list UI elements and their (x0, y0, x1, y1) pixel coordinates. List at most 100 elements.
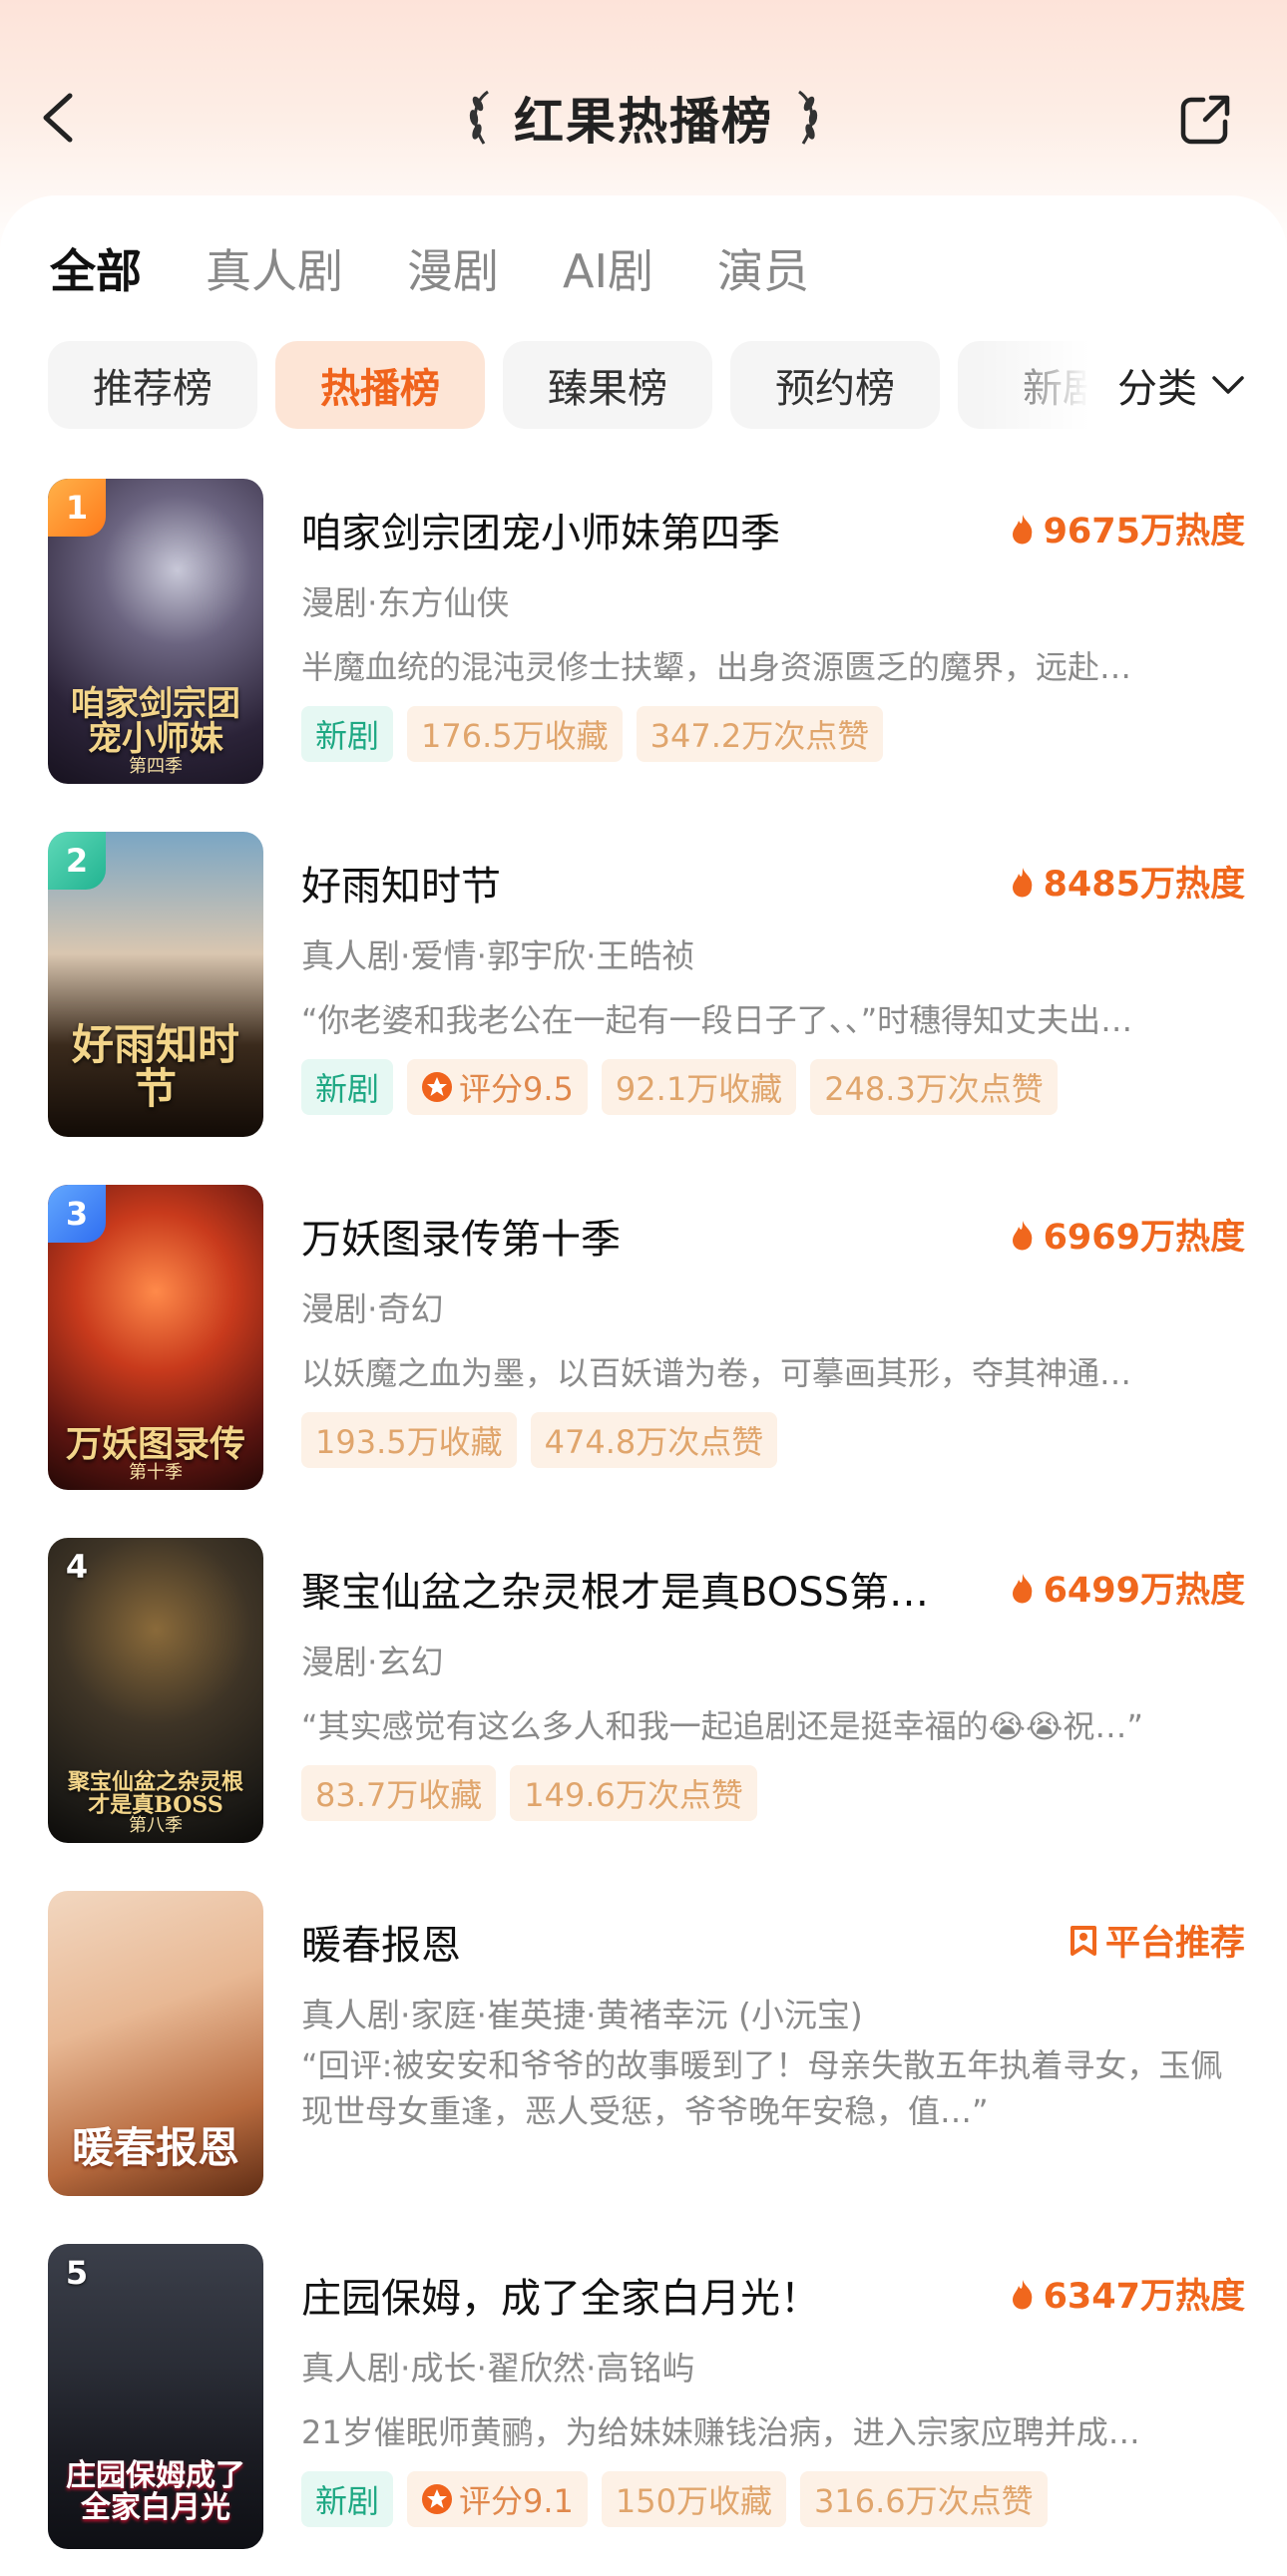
laurel-left-icon (469, 90, 489, 145)
show-description: “其实感觉有这么多人和我一起追剧还是挺幸福的😭😭祝…” (301, 1707, 1143, 1745)
favorites-tag: 92.1万收藏 (601, 1059, 797, 1115)
item-info: 咱家剑宗团宠小师妹第四季 9675万热度 漫剧·东方仙侠 半魔血统的混沌灵修士扶… (301, 479, 1245, 784)
tab-live-action[interactable]: 真人剧 (206, 235, 343, 301)
show-meta: 真人剧·爱情·郭宇欣·王皓祯 (301, 936, 695, 975)
share-icon (1180, 95, 1230, 145)
favorites-tag: 193.5万收藏 (301, 1412, 517, 1468)
page-title-group: 红果热播榜 (0, 82, 1287, 154)
flame-icon (1012, 2279, 1032, 2309)
item-info: 庄园保姆，成了全家白月光！ 6347万热度 真人剧·成长·翟欣然·高铭屿 21岁… (301, 2244, 1245, 2549)
new-tag: 新剧 (301, 706, 394, 762)
poster-subtitle: 第八季 (129, 1815, 183, 1836)
score-tag: 评分9.5 (407, 1059, 588, 1115)
main-tabs: 全部 真人剧 漫剧 AI剧 演员 (50, 235, 809, 301)
star-badge-icon (422, 2484, 453, 2514)
score-value: 评分9.1 (459, 2482, 574, 2520)
rank-badge: 2 (48, 832, 106, 890)
poster-title: 暖春报恩 (71, 2122, 239, 2172)
laurel-right-icon (798, 90, 818, 145)
tag-row: 83.7万收藏 149.6万次点赞 (301, 1765, 757, 1821)
show-description: “回评:被安安和爷爷的故事暖到了！母亲失散五年执着寻女，玉佩现世母女重逢，恶人受… (301, 2046, 1223, 2130)
show-meta: 真人剧·家庭·崔英捷·黄褚幸沅 (小沅宝) (301, 1996, 863, 2034)
category-label: 分类 (1117, 366, 1197, 412)
poster-image: 聚宝仙盆之杂灵根才是真BOSS 第八季 4 (48, 1538, 263, 1843)
likes-tag: 347.2万次点赞 (636, 706, 884, 762)
tag-row: 新剧 评分9.5 92.1万收藏 248.3万次点赞 (301, 1059, 1058, 1115)
show-meta: 真人剧·成长·翟欣然·高铭屿 (301, 2349, 695, 2388)
subtabs-fade (978, 341, 1117, 431)
subtab-reserve[interactable]: 预约榜 (730, 341, 940, 429)
platform-recommend-label: 平台推荐 (1104, 1924, 1245, 1964)
heat-badge: 6969万热度 (1010, 1209, 1245, 1260)
page-title: 红果热播榜 (514, 93, 773, 151)
show-title: 暖春报恩 (301, 1923, 461, 1969)
show-meta: 漫剧·玄幻 (301, 1643, 444, 1681)
list-item[interactable]: 好雨知时节 2 好雨知时节 8485万热度 真人剧·爱情·郭宇欣·王皓祯 “你老… (48, 832, 1245, 1137)
likes-tag: 316.6万次点赞 (800, 2471, 1048, 2527)
heat-value: 6969万热度 (1043, 1218, 1245, 1258)
poster-image: 庄园保姆成了全家白月光 5 (48, 2244, 263, 2549)
sub-tabs: 推荐榜 热播榜 臻果榜 预约榜 新剧 (48, 341, 1105, 431)
poster-image: 暖春报恩 (48, 1891, 263, 2196)
platform-recommend-badge: 平台推荐 (1070, 1915, 1245, 1966)
tag-row: 新剧 176.5万收藏 347.2万次点赞 (301, 706, 884, 762)
rank-badge: 4 (65, 1548, 89, 1586)
poster-image: 好雨知时节 2 (48, 832, 263, 1137)
tab-actors[interactable]: 演员 (717, 235, 809, 301)
heat-badge: 8485万热度 (1010, 856, 1245, 907)
list-item[interactable]: 万妖图录传 第十季 3 万妖图录传第十季 6969万热度 漫剧·奇幻 以妖魔之血… (48, 1185, 1245, 1490)
poster-subtitle: 第十季 (129, 1462, 183, 1483)
heat-value: 8485万热度 (1043, 865, 1245, 905)
show-description: 21岁催眠师黄鹂，为给妹妹赚钱治病，进入宗家应聘并成… (301, 2413, 1140, 2451)
show-description: 以妖魔之血为墨，以百妖谱为卷，可摹画其形，夺其神通… (301, 1354, 1132, 1392)
show-title: 聚宝仙盆之杂灵根才是真BOSS第… (301, 1570, 930, 1616)
show-title: 咱家剑宗团宠小师妹第四季 (301, 511, 780, 556)
tag-row: 193.5万收藏 474.8万次点赞 (301, 1412, 778, 1468)
top-bar: 红果热播榜 (0, 70, 1287, 170)
star-badge-icon (422, 1072, 453, 1102)
subtab-hot[interactable]: 热播榜 (275, 341, 485, 429)
rank-badge: 5 (65, 2254, 89, 2292)
item-info: 万妖图录传第十季 6969万热度 漫剧·奇幻 以妖魔之血为墨，以百妖谱为卷，可摹… (301, 1185, 1245, 1490)
list-item[interactable]: 咱家剑宗团宠小师妹 第四季 1 咱家剑宗团宠小师妹第四季 9675万热度 漫剧·… (48, 479, 1245, 784)
new-tag: 新剧 (301, 1059, 394, 1115)
flame-icon (1012, 867, 1032, 897)
heat-value: 6499万热度 (1043, 1571, 1245, 1611)
tab-ai[interactable]: AI剧 (563, 235, 653, 301)
subtab-recommend[interactable]: 推荐榜 (48, 341, 257, 429)
heat-value: 9675万热度 (1043, 512, 1245, 552)
poster-title: 庄园保姆成了全家白月光 (66, 2458, 245, 2525)
show-description: “你老婆和我老公在一起有一段日子了、、”时穗得知丈夫出… (301, 1001, 1133, 1039)
likes-tag: 149.6万次点赞 (510, 1765, 757, 1821)
show-description: 半魔血统的混沌灵修士扶颦，出身资源匮乏的魔界，远赴… (301, 648, 1132, 686)
heat-value: 6347万热度 (1043, 2277, 1245, 2317)
poster-image: 万妖图录传 第十季 3 (48, 1185, 263, 1490)
show-meta: 漫剧·东方仙侠 (301, 583, 510, 622)
poster-subtitle: 第四季 (129, 756, 183, 777)
show-title: 庄园保姆，成了全家白月光！ (301, 2276, 820, 2322)
list-item[interactable]: 聚宝仙盆之杂灵根才是真BOSS 第八季 4 聚宝仙盆之杂灵根才是真BOSS第… … (48, 1538, 1245, 1843)
share-button[interactable] (1173, 88, 1237, 152)
list-item[interactable]: 暖春报恩 暖春报恩 平台推荐 真人剧·家庭·崔英捷·黄褚幸沅 (小沅宝) “回评… (48, 1891, 1245, 2196)
item-info: 好雨知时节 8485万热度 真人剧·爱情·郭宇欣·王皓祯 “你老婆和我老公在一起… (301, 832, 1245, 1137)
list-item[interactable]: 庄园保姆成了全家白月光 5 庄园保姆，成了全家白月光！ 6347万热度 真人剧·… (48, 2244, 1245, 2549)
likes-tag: 248.3万次点赞 (810, 1059, 1058, 1115)
rank-badge: 1 (48, 479, 106, 537)
favorites-tag: 150万收藏 (601, 2471, 787, 2527)
show-meta: 漫剧·奇幻 (301, 1289, 444, 1328)
favorites-tag: 83.7万收藏 (301, 1765, 497, 1821)
score-tag: 评分9.1 (407, 2471, 588, 2527)
new-tag: 新剧 (301, 2471, 394, 2527)
poster-title: 好雨知时节 (71, 1019, 239, 1113)
category-dropdown[interactable]: 分类 (1109, 341, 1245, 429)
ranking-card: 全部 真人剧 漫剧 AI剧 演员 推荐榜 热播榜 臻果榜 预约榜 新剧 分类 咱… (0, 195, 1287, 2576)
tab-all[interactable]: 全部 (50, 235, 142, 301)
show-title: 好雨知时节 (301, 864, 501, 910)
flame-icon (1012, 1573, 1032, 1603)
subtab-premium[interactable]: 臻果榜 (503, 341, 712, 429)
item-info: 暖春报恩 平台推荐 真人剧·家庭·崔英捷·黄褚幸沅 (小沅宝) “回评:被安安和… (301, 1891, 1245, 2196)
likes-tag: 474.8万次点赞 (530, 1412, 778, 1468)
tab-comic[interactable]: 漫剧 (407, 235, 499, 301)
flame-icon (1012, 1220, 1032, 1250)
chevron-down-icon (1212, 376, 1244, 394)
